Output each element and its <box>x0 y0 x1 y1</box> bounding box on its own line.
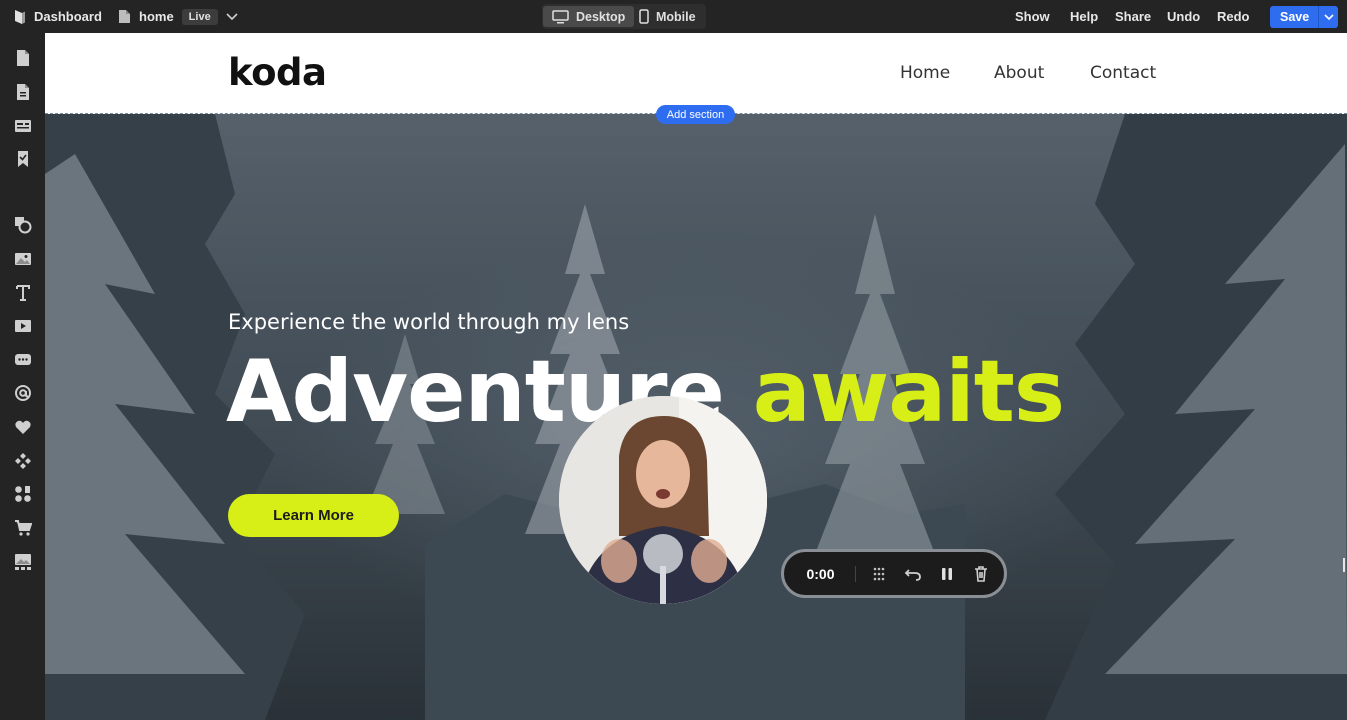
help-button[interactable]: Help <box>1070 0 1098 33</box>
delete-icon[interactable] <box>964 562 998 586</box>
mobile-label: Mobile <box>656 9 696 24</box>
cart-icon[interactable] <box>13 518 32 537</box>
hero-subtitle[interactable]: Experience the world through my lens <box>228 310 629 334</box>
dashboard-label: Dashboard <box>34 9 102 24</box>
text-icon[interactable] <box>13 283 32 302</box>
mobile-view-button[interactable]: Mobile <box>630 6 705 27</box>
share-button[interactable]: Share <box>1115 0 1151 33</box>
pause-icon[interactable] <box>930 562 964 586</box>
chevron-down-icon[interactable] <box>226 12 238 21</box>
nav-link-home[interactable]: Home <box>900 63 950 83</box>
recording-timer: 0:00 <box>786 565 856 582</box>
page-settings-icon[interactable] <box>13 82 32 101</box>
desktop-label: Desktop <box>576 9 626 24</box>
device-switcher: Desktop Mobile <box>542 4 706 29</box>
video-icon[interactable] <box>13 316 32 335</box>
email-icon[interactable] <box>13 383 32 402</box>
page-name: home <box>139 9 174 24</box>
save-options-chevron-icon[interactable] <box>1318 6 1338 28</box>
restart-icon[interactable] <box>896 562 930 586</box>
dashboard-link[interactable]: Dashboard <box>14 0 102 33</box>
apps-icon[interactable] <box>13 451 32 470</box>
page-icon <box>119 10 130 23</box>
widgets-icon[interactable] <box>13 484 32 503</box>
drag-handle-icon[interactable] <box>862 562 896 586</box>
nav-link-about[interactable]: About <box>994 63 1044 83</box>
add-section-button[interactable]: Add section <box>656 105 735 124</box>
desktop-icon <box>552 9 569 23</box>
webcam-video-bubble[interactable] <box>559 396 767 604</box>
page-selector[interactable]: home Live <box>118 0 238 33</box>
heart-icon[interactable] <box>13 417 32 436</box>
pages-icon[interactable] <box>13 48 32 67</box>
gallery-icon[interactable] <box>13 552 32 571</box>
live-badge: Live <box>181 8 218 25</box>
redo-button[interactable]: Redo <box>1217 0 1250 33</box>
mobile-icon <box>639 9 649 24</box>
nav-link-contact[interactable]: Contact <box>1090 63 1156 83</box>
editor-canvas: koda Home About Contact Add section Expe… <box>45 33 1347 720</box>
scroll-edge-marker <box>1343 558 1345 572</box>
shapes-icon[interactable] <box>13 215 32 234</box>
recording-controls: 0:00 <box>781 549 1007 598</box>
site-logo[interactable]: koda <box>228 51 327 94</box>
site-header[interactable]: koda Home About Contact <box>45 33 1347 114</box>
desktop-view-button[interactable]: Desktop <box>543 6 635 27</box>
sections-icon[interactable] <box>13 116 32 135</box>
dashboard-logo-icon <box>15 9 25 24</box>
hero-title-accent: awaits <box>752 342 1065 442</box>
bookmark-icon[interactable] <box>13 149 32 168</box>
save-label: Save <box>1280 10 1310 24</box>
learn-more-button[interactable]: Learn More <box>228 494 399 537</box>
undo-button[interactable]: Undo <box>1167 0 1200 33</box>
webcam-person-image <box>559 396 767 604</box>
chat-icon[interactable] <box>13 350 32 369</box>
editor-topbar: Dashboard home Live Desktop Mobile Show … <box>0 0 1347 33</box>
image-icon[interactable] <box>13 249 32 268</box>
editor-left-toolbar <box>0 33 45 720</box>
show-button[interactable]: Show <box>1015 0 1050 33</box>
save-button[interactable]: Save <box>1270 6 1338 28</box>
